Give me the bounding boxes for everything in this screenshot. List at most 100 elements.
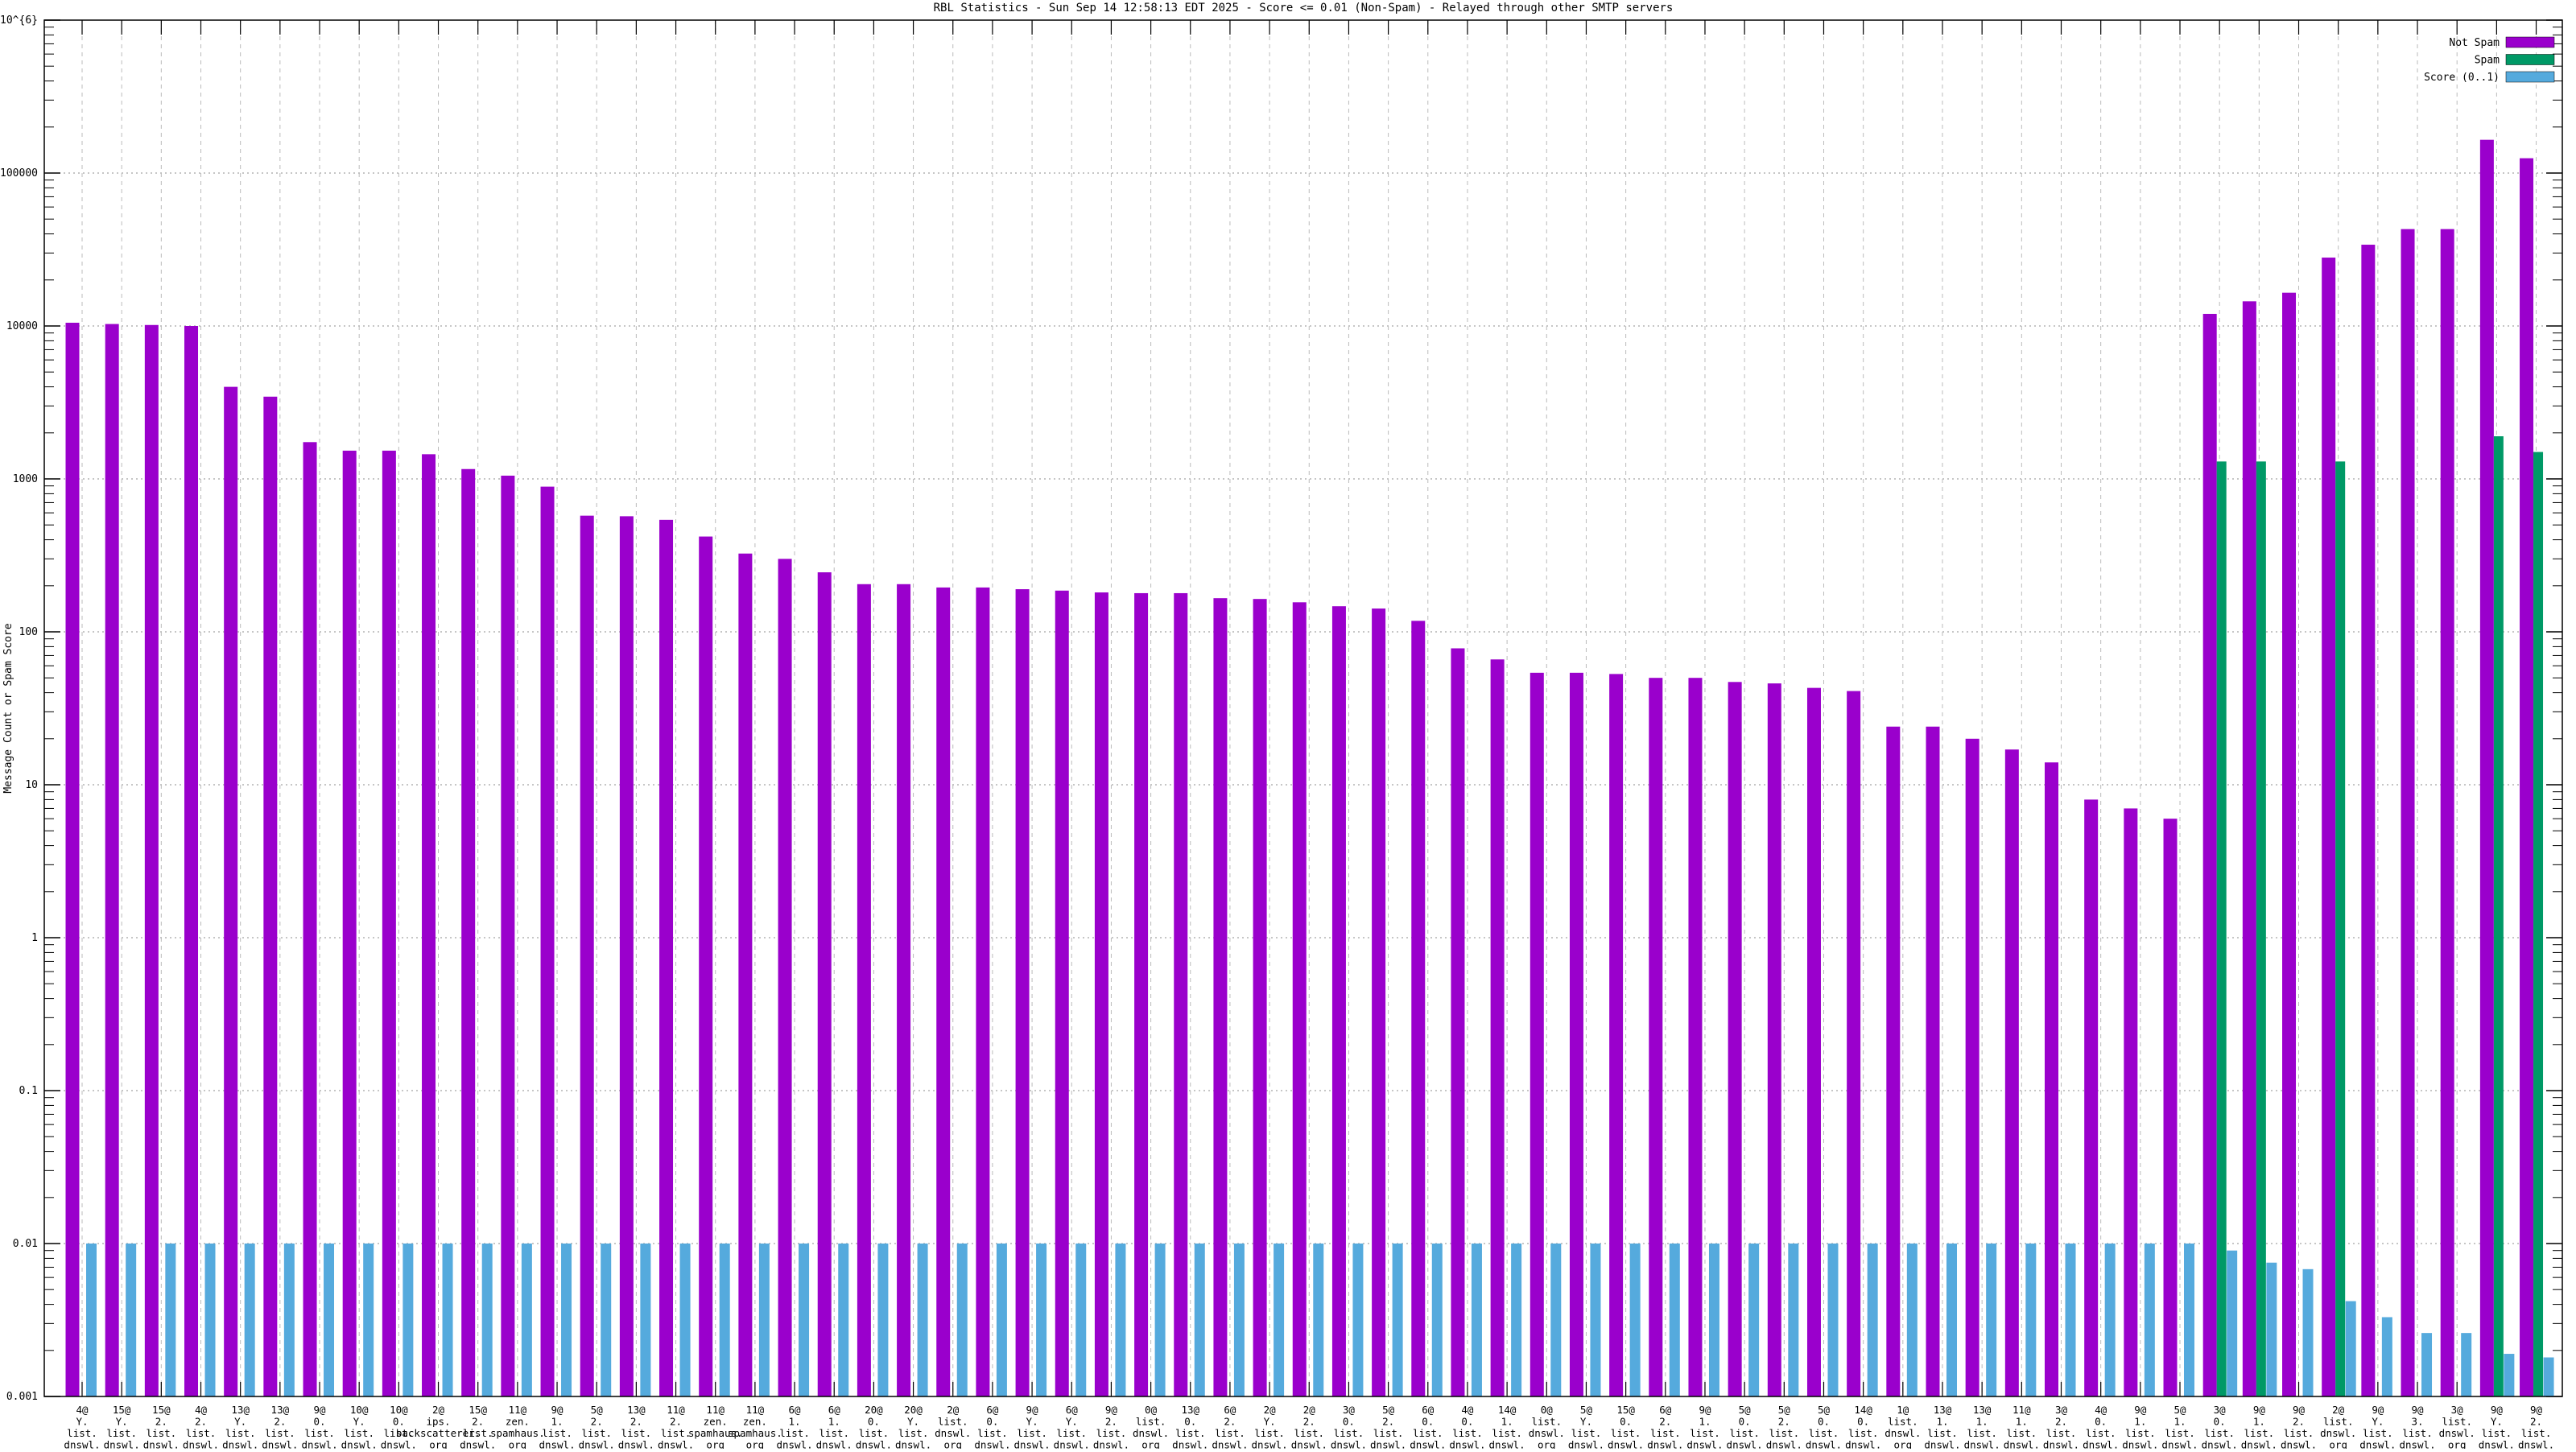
x-category-label: 4@Y.list.dnswl.org2 hops	[64, 1404, 100, 1449]
x-category-label: 4@0.list.dnswl.org2 hops	[1449, 1404, 1485, 1449]
bar-score	[2346, 1301, 2356, 1396]
bar-not-spam	[897, 584, 910, 1396]
bar-score	[1946, 1244, 1957, 1396]
y-tick-label: 10	[25, 779, 38, 791]
bar-not-spam	[659, 520, 673, 1396]
bar-score	[601, 1244, 611, 1396]
x-category-label: 13@0.list.dnswl.org2 hops	[1172, 1404, 1208, 1449]
x-category-label: 15@2.list.dnswl.org2 hops	[460, 1404, 496, 1449]
bar-spam	[2335, 461, 2345, 1396]
bar-score	[324, 1244, 334, 1396]
bar-not-spam	[382, 451, 396, 1396]
x-category-label: 9@1.list.dnswl.org5 hops	[2122, 1404, 2158, 1449]
bar-not-spam	[2084, 799, 2098, 1396]
y-tick-label: 0.001	[6, 1391, 38, 1403]
bar-not-spam	[422, 454, 436, 1396]
bar-not-spam	[2401, 229, 2415, 1396]
x-category-label: 9@2.list.dnswl.org5 hops	[1093, 1404, 1129, 1449]
bar-not-spam	[1134, 593, 1148, 1396]
bar-not-spam	[2243, 301, 2256, 1396]
bar-not-spam	[1016, 589, 1030, 1396]
x-category-label: 9@Y.list.dnswl.org3 hops	[2359, 1404, 2396, 1449]
x-category-label: 9@1.list.dnswl.org3 hops	[539, 1404, 575, 1449]
x-category-label: 13@2.list.dnswl.org2 hops	[262, 1404, 298, 1449]
bar-score	[1432, 1244, 1443, 1396]
bar-score	[1234, 1244, 1245, 1396]
bar-not-spam	[1293, 602, 1307, 1396]
legend-swatch-score	[2506, 72, 2554, 82]
x-category-label: 15@0.list.dnswl.org3 hops	[1608, 1404, 1644, 1449]
bar-not-spam	[1570, 673, 1583, 1396]
y-axis-title: Message Count or Spam Score	[2, 623, 14, 793]
bar-score	[1709, 1244, 1719, 1396]
bar-not-spam	[66, 323, 80, 1396]
bar-score	[1986, 1244, 1996, 1396]
bar-not-spam	[1253, 599, 1267, 1396]
bar-not-spam	[857, 584, 871, 1396]
bar-not-spam	[699, 537, 712, 1396]
y-tick-label: 1000	[13, 473, 38, 485]
x-category-label: 5@Y.list.dnswl.org6 hops	[1568, 1404, 1604, 1449]
plot-area: 1x10^{6}1000001000010001001010.10.010.00…	[0, 14, 2562, 1449]
bar-score	[2421, 1333, 2432, 1396]
bar-not-spam	[2124, 808, 2137, 1396]
legend-swatch-not-spam	[2506, 37, 2554, 47]
x-category-label: 10@Y.list.dnswl.org2 hops	[341, 1404, 378, 1449]
bar-score	[1036, 1244, 1046, 1396]
bar-score	[720, 1244, 730, 1396]
bar-score	[2227, 1251, 2237, 1396]
x-category-label: 2@2.list.dnswl.org1 hop	[1291, 1404, 1327, 1449]
bar-score	[1630, 1244, 1641, 1396]
bar-score	[402, 1244, 413, 1396]
bar-score	[284, 1244, 295, 1396]
x-category-label: 4@0.list.dnswl.org1 hop	[2083, 1404, 2119, 1449]
bar-score	[2145, 1244, 2155, 1396]
x-category-label: 20@Y.list.dnswl.org2 hops	[895, 1404, 931, 1449]
x-category-label: 3@0.list.dnswl.org4 hops	[2202, 1404, 2238, 1449]
legend-swatch-spam	[2506, 55, 2554, 65]
legend-item-not-spam: Not Spam	[2449, 37, 2554, 49]
bar-score	[2266, 1263, 2277, 1396]
legend-label-score: Score (0..1)	[2424, 72, 2500, 84]
legend-item-spam: Spam	[2475, 55, 2554, 67]
x-category-label: 5@0.list.dnswl.org5 hops	[1806, 1404, 1842, 1449]
x-category-label: 6@2.list.dnswl.org3 hops	[1212, 1404, 1248, 1449]
bar-score	[1907, 1244, 1918, 1396]
x-category-label: 11@zen.spamhaus.org9 hops	[490, 1404, 545, 1449]
bar-score	[2461, 1333, 2471, 1396]
bar-not-spam	[224, 387, 237, 1396]
x-category-label: 6@1.list.dnswl.org1 hop	[816, 1404, 852, 1449]
bar-not-spam	[1688, 678, 1702, 1396]
x-category-label: 5@2.list.dnswl.org1 hop	[579, 1404, 615, 1449]
bar-not-spam	[620, 516, 634, 1396]
x-category-label: 6@1.list.dnswl.org2 hops	[776, 1404, 812, 1449]
x-category-label: 6@0.list.dnswl.org1 hop	[1410, 1404, 1446, 1449]
x-category-label: 6@Y.list.dnswl.org3 hops	[1054, 1404, 1090, 1449]
bar-not-spam	[1609, 674, 1623, 1396]
bar-not-spam	[1807, 688, 1821, 1396]
x-category-label: 13@1.list.dnswl.org2 hops	[1964, 1404, 2000, 1449]
bar-not-spam	[1332, 606, 1346, 1396]
x-category-label: 2@Y.list.dnswl.org1 hop	[1252, 1404, 1288, 1449]
bar-not-spam	[501, 476, 514, 1396]
x-category-label: 2@list.dnswl.org3 hops	[2320, 1404, 2356, 1449]
bar-score	[165, 1244, 175, 1396]
chart-title: RBL Statistics - Sun Sep 14 12:58:13 EDT…	[934, 2, 1674, 14]
x-category-label: 13@1.list.dnswl.org1 hop	[1924, 1404, 1960, 1449]
bar-not-spam	[1095, 592, 1108, 1396]
x-category-label: 10@0.list.dnswl.org2 hops	[381, 1404, 417, 1449]
bar-spam	[2217, 461, 2227, 1396]
bar-not-spam	[936, 588, 950, 1396]
bar-score	[1590, 1244, 1600, 1396]
bar-score	[1788, 1244, 1798, 1396]
bar-spam	[2256, 461, 2266, 1396]
bar-score	[2303, 1269, 2314, 1396]
bar-not-spam	[1372, 608, 1385, 1396]
x-category-label: 5@0.list.dnswl.org6 hops	[1727, 1404, 1763, 1449]
x-category-label: 0@list.dnswl.org6 hops	[1529, 1404, 1565, 1449]
bar-score	[522, 1244, 532, 1396]
bar-score	[957, 1244, 968, 1396]
x-category-label: 14@0.list.dnswl.org2 hops	[1845, 1404, 1881, 1449]
bar-score	[799, 1244, 809, 1396]
y-tick-label: 100000	[0, 167, 38, 179]
